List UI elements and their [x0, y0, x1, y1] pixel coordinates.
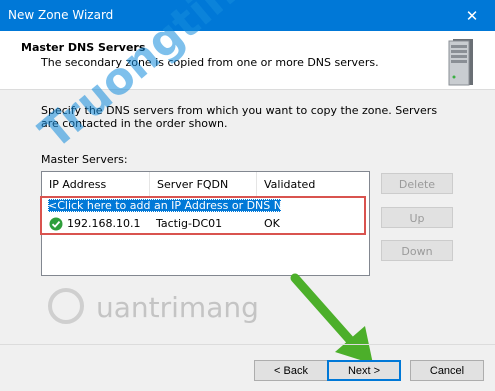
back-button[interactable]: < Back: [254, 360, 328, 381]
green-arrow-icon: [290, 273, 373, 364]
footer-divider: [0, 344, 495, 345]
delete-button[interactable]: Delete: [381, 173, 453, 194]
watermark-logo-icon: [48, 288, 84, 324]
check-icon: [49, 217, 63, 231]
close-button[interactable]: ✕: [449, 0, 495, 31]
cell-ip-address: 192.168.10.1: [67, 217, 141, 230]
column-server-fqdn[interactable]: Server FQDN: [150, 172, 257, 198]
cancel-button[interactable]: Cancel: [410, 360, 484, 381]
down-button[interactable]: Down: [381, 240, 453, 261]
close-icon: ✕: [465, 6, 479, 25]
cell-validated: OK: [264, 217, 280, 230]
add-server-row[interactable]: <Click here to add an IP Address or DNS …: [48, 199, 315, 212]
master-servers-list[interactable]: IP Address Server FQDN Validated <Click …: [41, 171, 370, 276]
watermark-brand: uantrimang: [96, 291, 259, 324]
server-icon: [448, 39, 473, 86]
column-validated[interactable]: Validated: [257, 172, 370, 198]
cell-server-fqdn: Tactig-DC01: [156, 217, 223, 230]
column-ip-address[interactable]: IP Address: [42, 172, 150, 198]
title-bar: New Zone Wizard ✕: [0, 0, 495, 31]
table-row[interactable]: 192.168.10.1 Tactig-DC01 OK: [42, 215, 369, 233]
up-button[interactable]: Up: [381, 207, 453, 228]
master-servers-label: Master Servers:: [41, 153, 128, 166]
list-header: IP Address Server FQDN Validated: [42, 172, 369, 198]
next-button[interactable]: Next >: [327, 360, 401, 381]
window-title: New Zone Wizard: [8, 8, 114, 22]
